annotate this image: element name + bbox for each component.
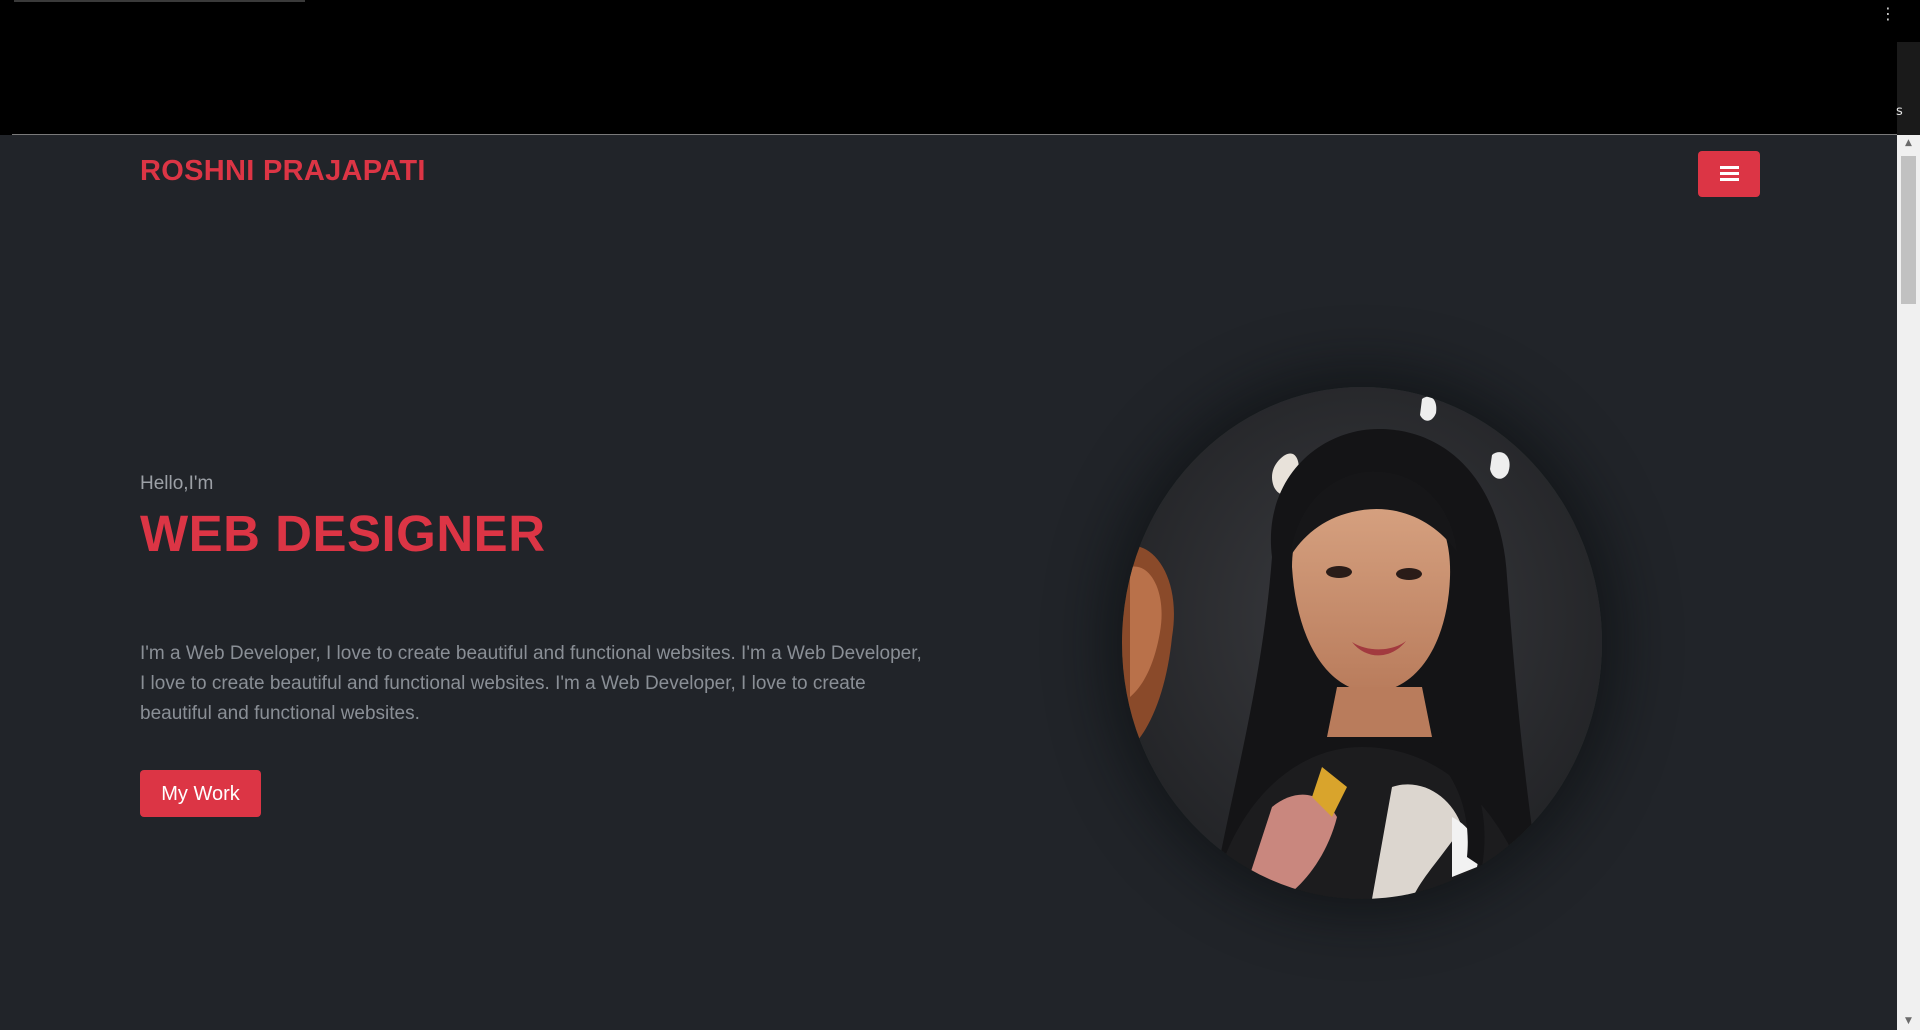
- hero-title: WEB DESIGNER: [140, 505, 546, 562]
- side-panel-letter: s: [1896, 104, 1903, 119]
- side-panel: [1897, 42, 1920, 135]
- browser-chrome: ⋮: [0, 0, 1920, 135]
- tab-strip-line: [14, 0, 305, 2]
- my-work-button[interactable]: My Work: [140, 770, 261, 817]
- vertical-scrollbar[interactable]: ▲ ▼: [1897, 135, 1920, 1030]
- brand-logo[interactable]: ROSHNI PRAJAPATI: [140, 155, 426, 188]
- hero-description: I'm a Web Developer, I love to create be…: [140, 643, 922, 724]
- profile-photo: [1122, 387, 1602, 899]
- scroll-down-icon[interactable]: ▼: [1897, 1013, 1920, 1030]
- vertical-dots-icon[interactable]: ⋮: [1880, 6, 1896, 22]
- scroll-thumb[interactable]: [1901, 156, 1916, 304]
- menu-toggle-button[interactable]: [1698, 151, 1760, 197]
- scroll-up-icon[interactable]: ▲: [1897, 135, 1920, 152]
- hero-greeting: Hello,I'm: [140, 473, 214, 494]
- page-viewport: ROSHNI PRAJAPATI Hello,I'm WEB DESIGNER …: [0, 135, 1897, 1030]
